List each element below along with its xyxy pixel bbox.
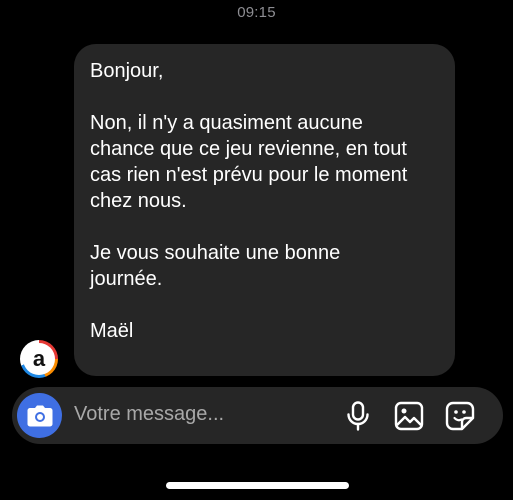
message-line: Non, il n'y a quasiment aucune bbox=[90, 112, 363, 134]
message-line: Bonjour, bbox=[90, 60, 164, 82]
gallery-button[interactable] bbox=[393, 400, 425, 432]
sticker-icon bbox=[445, 401, 475, 431]
home-indicator[interactable] bbox=[166, 482, 349, 489]
camera-button[interactable] bbox=[17, 393, 62, 438]
message-timestamp: 09:15 bbox=[237, 4, 276, 21]
message-composer: Votre message... bbox=[12, 387, 503, 444]
message-input[interactable]: Votre message... bbox=[74, 403, 224, 426]
sender-avatar[interactable]: a bbox=[20, 340, 58, 378]
message-line: journée. bbox=[90, 268, 163, 290]
camera-icon bbox=[27, 405, 52, 426]
image-icon bbox=[394, 401, 424, 431]
logo-a-icon: a bbox=[33, 346, 46, 371]
message-line: chez nous. bbox=[90, 190, 187, 212]
microphone-button[interactable] bbox=[342, 400, 374, 432]
received-message-bubble[interactable]: Bonjour, Non, il n'y a quasiment aucune … bbox=[74, 44, 455, 376]
message-line: Je vous souhaite une bonne bbox=[90, 242, 341, 264]
avatar-logo: a bbox=[23, 343, 55, 375]
message-signature: Maël bbox=[90, 320, 134, 342]
microphone-icon bbox=[347, 401, 369, 431]
sticker-button[interactable] bbox=[444, 400, 476, 432]
avatar-letter: a bbox=[33, 346, 46, 371]
message-line: chance que ce jeu revienne, en tout bbox=[90, 138, 407, 160]
message-line: cas rien n'est prévu pour le moment bbox=[90, 164, 408, 186]
